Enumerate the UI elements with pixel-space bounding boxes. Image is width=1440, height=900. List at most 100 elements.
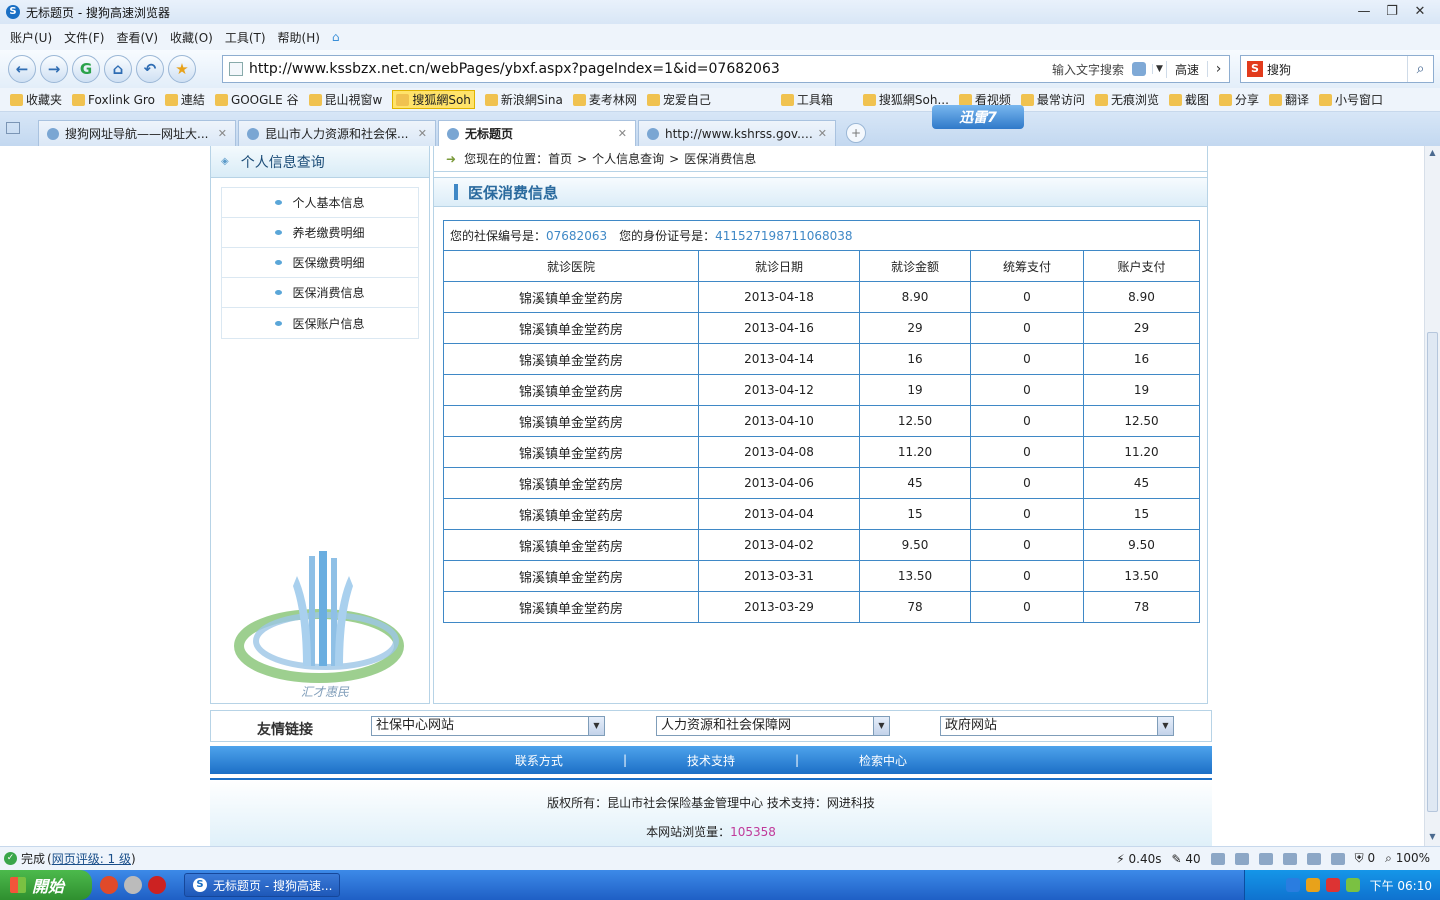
fav-item[interactable]: GOOGLE 谷	[214, 91, 299, 108]
fav-item[interactable]: 分享	[1218, 91, 1259, 108]
link-contact[interactable]: 联系方式	[515, 752, 563, 769]
speed-mode-button[interactable]: 高速	[1165, 60, 1207, 78]
fav-item[interactable]: 无痕浏览	[1094, 91, 1159, 108]
navigation-bar: ← → G ⌂ ↶ ★ http://www.kssbzx.net.cn/web…	[0, 50, 1440, 88]
scroll-down-icon[interactable]: ▼	[1427, 832, 1438, 844]
scroll-up-icon[interactable]: ▲	[1427, 148, 1438, 160]
link-search-center[interactable]: 检索中心	[859, 752, 907, 769]
menu-account[interactable]: 账户(U)	[10, 29, 52, 46]
fav-item[interactable]: 連結	[164, 91, 205, 108]
search-icon[interactable]: ⌕	[1407, 56, 1433, 82]
qq-icon[interactable]	[1305, 878, 1320, 892]
tab-kshrss[interactable]: http://www.kshrss.gov.cn/... ✕	[638, 120, 836, 146]
new-tab-button[interactable]: +	[846, 123, 866, 143]
menu-favorites[interactable]: 收藏(O)	[170, 29, 213, 46]
menubar: 账户(U) 文件(F) 查看(V) 收藏(O) 工具(T) 帮助(H) ⌂	[0, 24, 1440, 50]
fav-item[interactable]: 工具箱	[780, 91, 833, 108]
select-gov-site[interactable]: 政府网站 ▼	[940, 716, 1174, 736]
breadcrumb-level1[interactable]: 个人信息查询	[592, 150, 664, 167]
fav-item[interactable]: 截图	[1168, 91, 1209, 108]
fav-item[interactable]: 宠爱自己	[646, 91, 711, 108]
go-button[interactable]: ›	[1207, 61, 1229, 77]
ie-icon	[647, 127, 659, 140]
refresh-icon[interactable]: G	[72, 55, 100, 83]
fav-item[interactable]: 翻译	[1268, 91, 1309, 108]
cell-amount: 45	[859, 467, 971, 499]
close-tab-icon[interactable]: ✕	[418, 127, 427, 140]
favorites-bar: 收藏夹 Foxlink Gro 連結 GOOGLE 谷 昆山視窗w 搜狐網Soh…	[0, 88, 1440, 112]
media-player-icon[interactable]	[148, 876, 166, 894]
diamond-icon: ◈	[221, 156, 229, 167]
user-icon[interactable]	[1210, 852, 1225, 865]
fav-item[interactable]: 麦考林网	[572, 91, 637, 108]
apple-icon[interactable]	[124, 876, 142, 894]
zoom-level[interactable]: ⌕ 100%	[1385, 851, 1430, 866]
eye-icon[interactable]	[1330, 852, 1345, 865]
minimize-button[interactable]: —	[1352, 2, 1376, 20]
search-engine-label[interactable]: 搜狗	[1267, 61, 1407, 78]
close-tab-icon[interactable]: ✕	[818, 127, 827, 140]
address-dropdown-icon[interactable]: ▼	[1151, 64, 1166, 74]
menu-help[interactable]: 帮助(H)	[278, 29, 320, 46]
url-text[interactable]: http://www.kssbzx.net.cn/webPages/ybxf.a…	[249, 61, 1052, 77]
download-icon[interactable]	[1234, 852, 1249, 865]
network-icon[interactable]	[1345, 878, 1360, 892]
home-icon[interactable]	[1282, 852, 1297, 865]
sidebar-item-medical-account[interactable]: 医保账户信息	[222, 308, 418, 338]
cell-amount: 8.90	[859, 281, 971, 313]
chrome-icon[interactable]	[100, 876, 118, 894]
bullet-icon	[275, 320, 283, 326]
fav-item[interactable]: Foxlink Gro	[72, 93, 155, 107]
xunlei-badge[interactable]: 迅雷7	[932, 105, 1024, 129]
address-bar[interactable]: http://www.kssbzx.net.cn/webPages/ybxf.a…	[222, 55, 1230, 83]
bookmark-star-button[interactable]: ★	[168, 55, 196, 83]
skin-icon[interactable]: ⌂	[332, 30, 340, 44]
vertical-scrollbar[interactable]: ▲ ▼	[1424, 146, 1440, 846]
incognito-icon	[1094, 93, 1108, 106]
ad-block-count[interactable]: ✎ 40	[1172, 852, 1201, 866]
select-hr-network[interactable]: 人力资源和社会保障网 ▼	[656, 716, 890, 736]
close-button[interactable]: ✕	[1408, 2, 1432, 20]
home-button[interactable]: ⌂	[104, 55, 132, 83]
cell-account: 78	[1083, 591, 1200, 623]
fav-item[interactable]: 搜狐網Soh	[392, 90, 475, 109]
fav-item[interactable]: 小号窗口	[1319, 91, 1383, 108]
volume-icon[interactable]	[1258, 852, 1273, 865]
fav-item[interactable]: 新浪網Sina	[484, 91, 563, 108]
security-count[interactable]: ⛨ 0	[1355, 851, 1375, 866]
sidebar-item-basic-info[interactable]: 个人基本信息	[222, 188, 418, 218]
page-rating-link[interactable]: 网页评级: 1 级	[52, 850, 131, 867]
sidebar-item-medical-payment[interactable]: 医保缴费明细	[222, 248, 418, 278]
keyboard-icon[interactable]	[1285, 878, 1300, 892]
fav-item[interactable]: 收藏夹	[10, 91, 62, 108]
tab-sogou-nav[interactable]: 搜狗网址导航——网址大... ✕	[38, 120, 236, 146]
search-box[interactable]: S 搜狗 ⌕	[1240, 55, 1434, 83]
menu-view[interactable]: 查看(V)	[116, 29, 158, 46]
close-tab-icon[interactable]: ✕	[618, 127, 627, 140]
footer-nav: 联系方式 | 技术支持 | 检索中心	[210, 746, 1212, 774]
menu-file[interactable]: 文件(F)	[64, 29, 104, 46]
tab-kunshan-hr[interactable]: 昆山市人力资源和社会保... ✕	[238, 120, 436, 146]
start-button[interactable]: 開始	[0, 870, 92, 900]
display-icon[interactable]	[1306, 852, 1321, 865]
breadcrumb-home[interactable]: 首页	[548, 150, 572, 167]
close-tab-icon[interactable]: ✕	[218, 127, 227, 140]
scroll-thumb[interactable]	[1427, 332, 1438, 812]
forward-button[interactable]: →	[40, 55, 68, 83]
restore-button[interactable]: ❐	[1380, 2, 1404, 20]
sidebar-item-pension[interactable]: 养老缴费明细	[222, 218, 418, 248]
antivirus-icon[interactable]	[1325, 878, 1340, 892]
taskbar-browser-item[interactable]: S 无标题页 - 搜狗高速...	[184, 873, 340, 897]
back-button[interactable]: ←	[8, 55, 36, 83]
sidebar-item-medical-consumption[interactable]: 医保消费信息	[222, 278, 418, 308]
fav-item[interactable]: 昆山視窗w	[308, 91, 382, 108]
undo-close-button[interactable]: ↶	[136, 55, 164, 83]
select-si-center[interactable]: 社保中心网站 ▼	[371, 716, 605, 736]
tab-list-icon[interactable]	[6, 122, 20, 134]
menu-tools[interactable]: 工具(T)	[225, 29, 266, 46]
sidebar-menu: 个人基本信息 养老缴费明细 医保缴费明细 医保消费信息 医保账户信息	[221, 187, 419, 339]
link-tech-support[interactable]: 技术支持	[687, 752, 735, 769]
tab-untitled[interactable]: 无标题页 ✕	[438, 120, 636, 146]
fav-item[interactable]: 最常访问	[1020, 91, 1085, 108]
page-icon	[229, 62, 243, 76]
